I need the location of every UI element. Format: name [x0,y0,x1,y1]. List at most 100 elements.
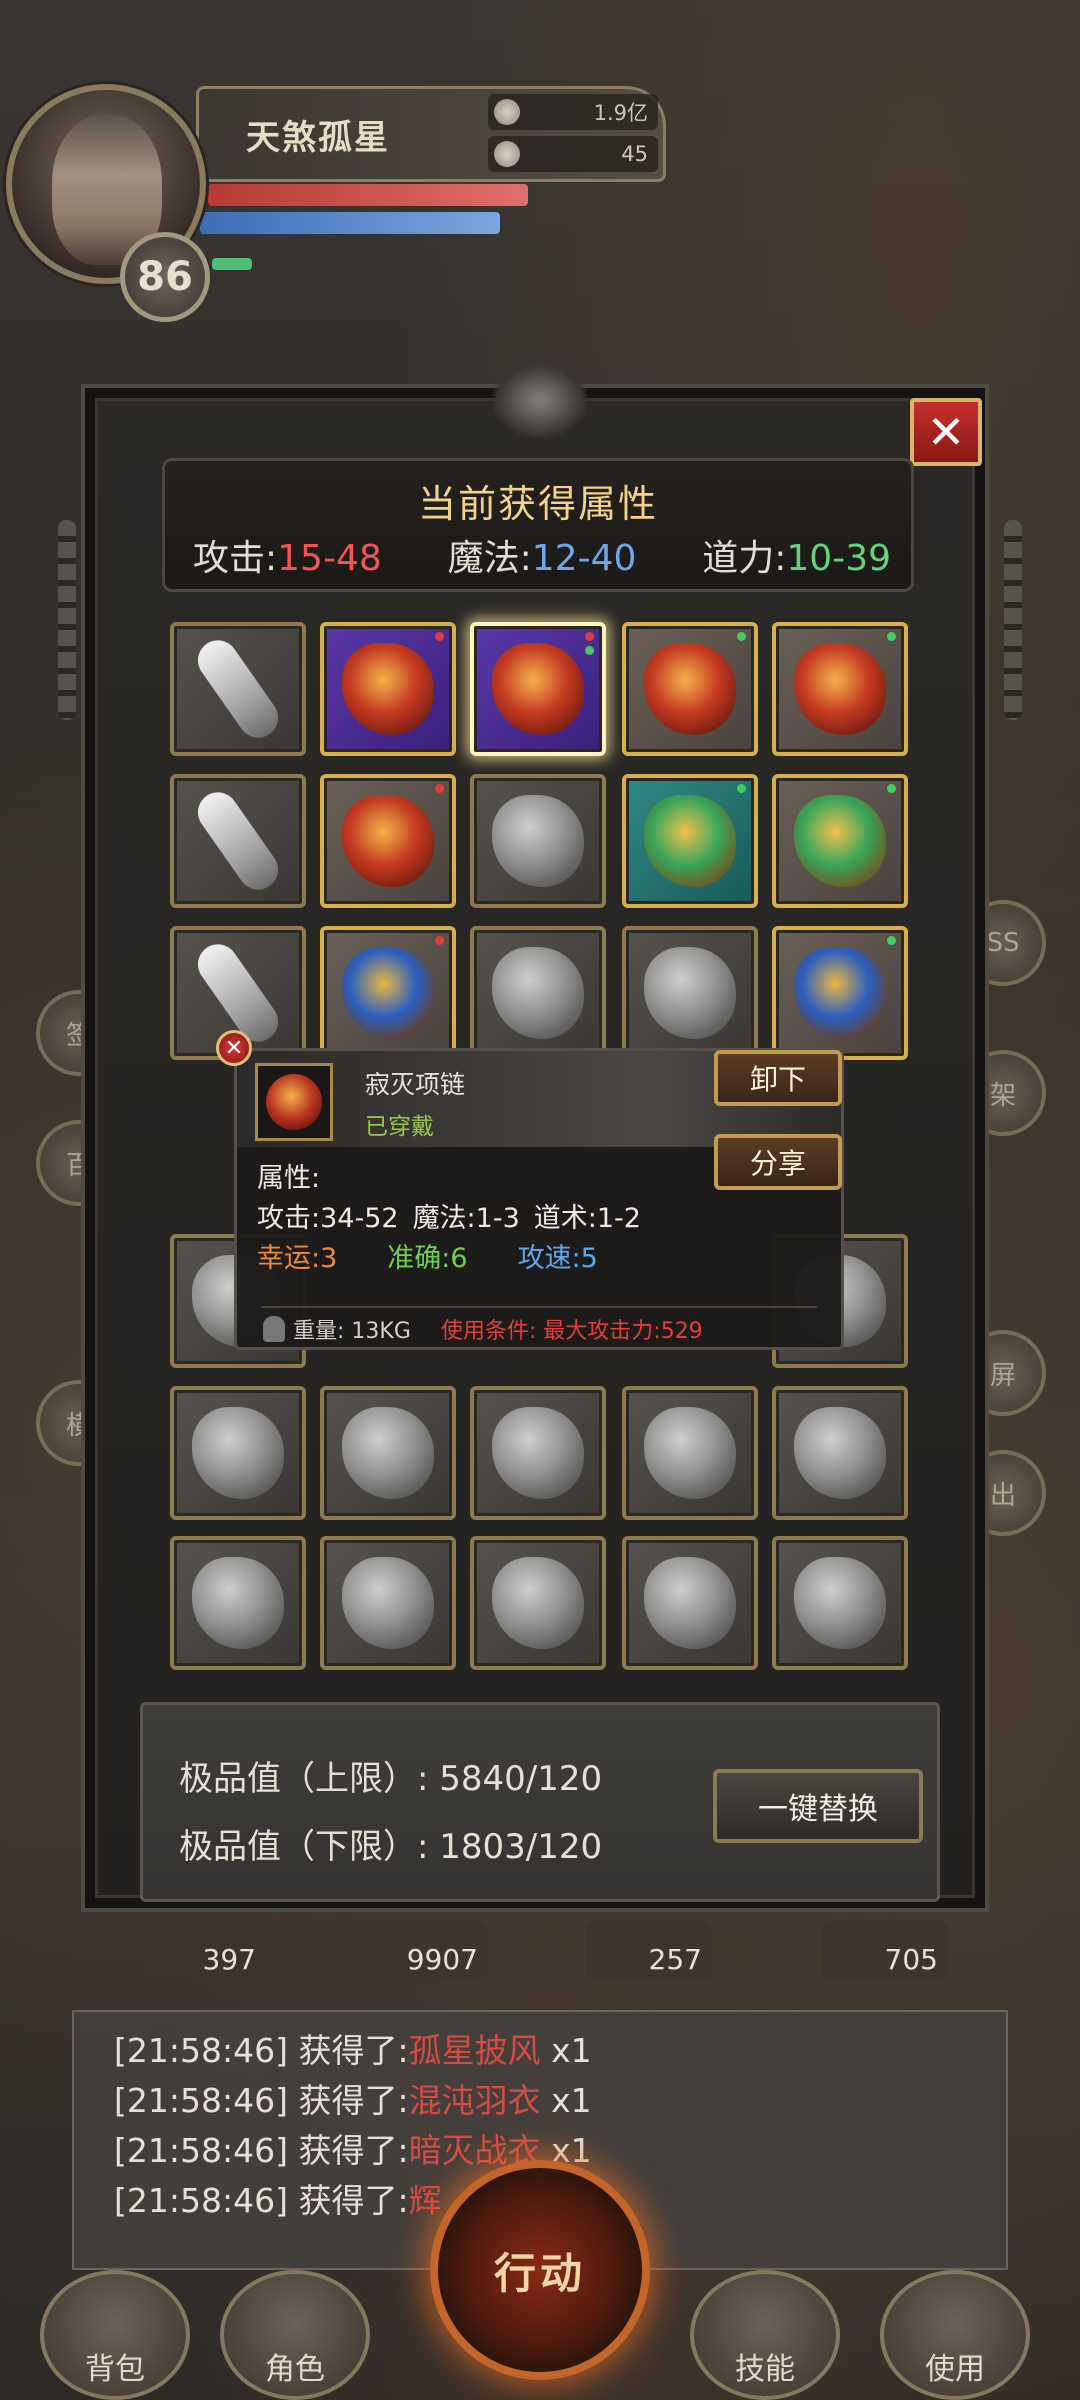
quick-item-1[interactable]: 397 [140,1920,266,1980]
sword-icon [190,784,286,898]
gem-icon [644,1557,736,1649]
attributes-row: 攻击:15-48 魔法:12-40 道力:10-39 [193,529,891,581]
item-slot-row6-2[interactable] [320,1536,456,1670]
log-line: [21:58:46] 获得了:孤星披风 x1 [114,2031,592,2070]
quality-stats-box: 极品值（上限）: 5840/120 极品值（下限）: 1803/120 一键替换 [140,1702,940,1902]
bracer-icon [342,947,434,1039]
mp-bar [200,212,500,234]
tooltip-extra-line: 幸运:3 准确:6 攻速:5 [257,1239,825,1279]
nav-skills-button[interactable]: 技能 [690,2270,840,2400]
attributes-title: 当前获得属性 [417,482,658,526]
necklace-icon [266,1074,322,1130]
item-slot-ring-1[interactable] [772,622,908,756]
quality-lower-limit: 极品值（下限）: 1803/120 [179,1827,603,1867]
tooltip-luck: 幸运:3 [257,1243,338,1274]
amulet-icon [492,1407,584,1499]
item-slot-row5-1[interactable] [170,1386,306,1520]
quick-item-4[interactable]: 705 [822,1920,948,1980]
close-button[interactable]: ✕ [910,398,982,466]
one-click-replace-button[interactable]: 一键替换 [713,1769,923,1843]
wing-icon [192,1557,284,1649]
item-slot-bracer-3[interactable] [320,926,456,1060]
item-slot-necklace-2[interactable] [470,774,606,908]
attack-attribute: 攻击:15-48 [193,538,382,579]
item-slot-row6-3[interactable] [470,1536,606,1670]
item-slot-necklace-3[interactable] [470,926,606,1060]
item-slot-row5-3[interactable] [470,1386,606,1520]
quality-dot [585,632,594,641]
item-slot-ring-3[interactable] [772,926,908,1060]
quick-item-3[interactable]: 257 [586,1920,712,1980]
tooltip-item-icon [255,1063,333,1141]
item-slot-weapon-1[interactable] [170,622,306,756]
nav-character-button[interactable]: 角色 [220,2270,370,2400]
action-button[interactable]: 行动 [430,2160,650,2380]
item-slot-row5-4[interactable] [622,1386,758,1520]
silver-ingot-icon [494,141,520,167]
item-slot-ring-2[interactable] [772,774,908,908]
tooltip-attack-speed: 攻速:5 [517,1243,598,1274]
boots-icon [644,1407,736,1499]
nav-use-button[interactable]: 使用 [880,2270,1030,2400]
helmet-icon [644,947,736,1039]
item-slot-helmet-2[interactable] [622,774,758,908]
bracer-icon [342,795,434,887]
nav-bag-button[interactable]: 背包 [40,2270,190,2400]
necklace-icon [492,947,584,1039]
tooltip-weight: 重量: 13KG [293,1319,411,1344]
item-slot-helmet-3[interactable] [622,926,758,1060]
pendant-icon [492,1557,584,1649]
tooltip-accuracy: 准确:6 [387,1243,468,1274]
tooltip-divider [261,1306,817,1308]
crown-icon [794,1407,886,1499]
right-chain-decoration [1004,520,1022,720]
tooltip-close-icon[interactable]: ✕ [216,1030,252,1066]
tao-attribute: 道力:10-39 [702,538,891,579]
quality-dot [887,936,896,945]
item-slot-bracer-2[interactable] [320,774,456,908]
item-slot-necklace-selected[interactable] [470,622,606,756]
left-chain-decoration [58,520,76,720]
item-slot-bracer-1[interactable] [320,622,456,756]
item-slot-row5-5[interactable] [772,1386,908,1520]
quick-item-2[interactable]: 9907 [362,1920,488,1980]
item-slot-row6-4[interactable] [622,1536,758,1670]
tooltip-item-name: 寂灭项链 [365,1070,466,1099]
tooltip-magic: 魔法:1-3 [412,1203,520,1234]
sword-icon [190,632,286,746]
item-slot-row5-2[interactable] [320,1386,456,1520]
robe-icon [342,1407,434,1499]
necklace-icon [492,643,584,735]
tooltip-equipped-state: 已穿戴 [365,1114,434,1140]
ring-icon [794,643,886,735]
item-slot-row6-1[interactable] [170,1536,306,1670]
bracer-icon [342,643,434,735]
weight-icon [263,1316,285,1342]
item-slot-row6-5[interactable] [772,1536,908,1670]
quality-dot [585,646,594,655]
silver-amount: 45 [621,142,648,166]
quality-dot [435,936,444,945]
helmet-icon [644,643,736,735]
player-level: 86 [120,232,210,322]
gold-counter: 1.9亿 [488,94,658,130]
necklace-icon [492,795,584,887]
staff-icon [192,1407,284,1499]
gold-amount: 1.9亿 [593,101,648,125]
item-slot-helmet-1[interactable] [622,622,758,756]
crown-icon [794,1557,886,1649]
tooltip-attr-line: 攻击:34-52 魔法:1-3 道术:1-2 [257,1199,825,1239]
hp-bar [208,184,528,206]
item-slot-weapon-2[interactable] [170,774,306,908]
cloak-icon [342,1557,434,1649]
current-attributes-box: 当前获得属性 攻击:15-48 魔法:12-40 道力:10-39 [162,458,914,592]
share-button[interactable]: 分享 [714,1134,842,1190]
player-name: 天煞孤星 [246,118,390,158]
tooltip-attack: 攻击:34-52 [257,1203,399,1234]
quality-dot [737,632,746,641]
unequip-button[interactable]: 卸下 [714,1050,842,1106]
tooltip-footer: 重量: 13KG 使用条件: 最大攻击力:529 [263,1313,831,1345]
tooltip-requirement: 使用条件: 最大攻击力:529 [440,1319,703,1344]
helmet-icon [644,795,736,887]
ring-icon [794,795,886,887]
